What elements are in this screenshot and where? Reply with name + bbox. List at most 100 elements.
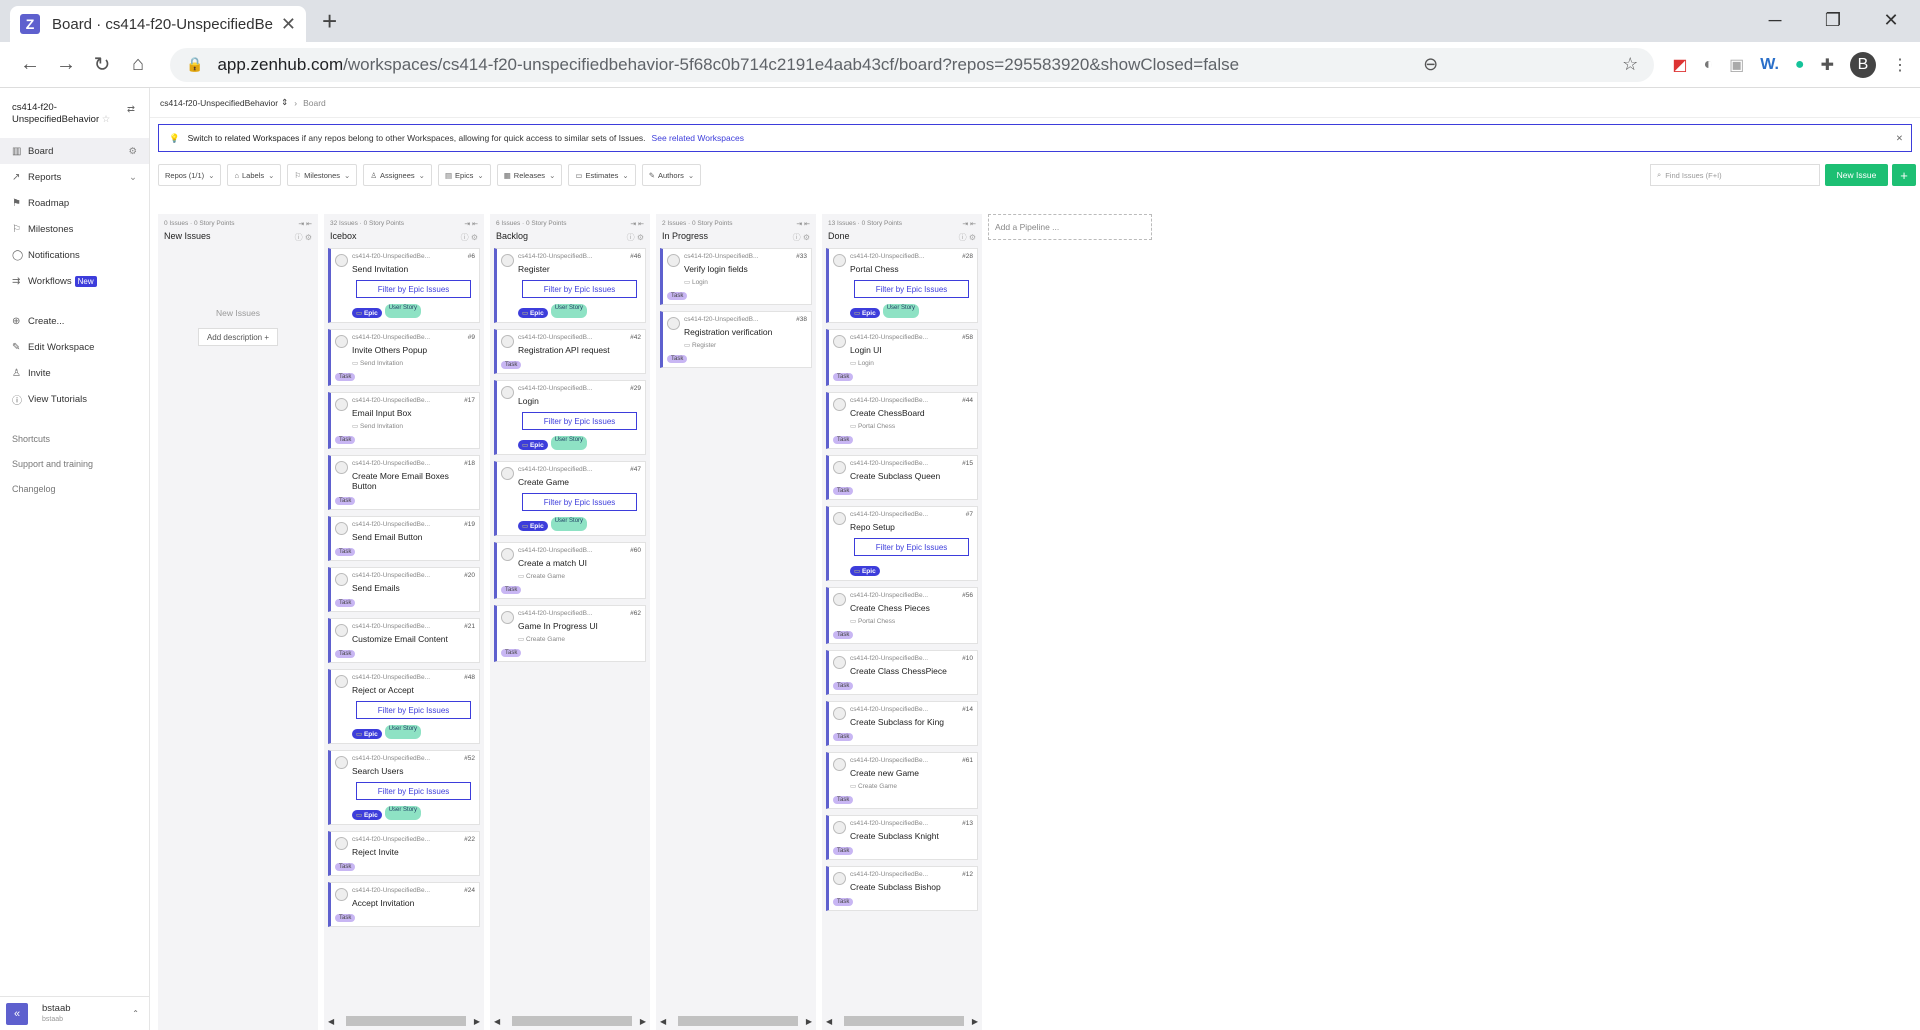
issue-card[interactable]: cs414-f20-UnspecifiedBe... #9 Invite Other…: [328, 329, 480, 386]
issue-card[interactable]: cs414-f20-UnspecifiedBe... #15 Create Subc…: [826, 455, 978, 500]
zoom-icon[interactable]: ⊖: [1409, 54, 1438, 75]
card-title[interactable]: Search Users: [352, 766, 475, 776]
add-description-button[interactable]: Add description +: [198, 328, 278, 346]
scroll-track[interactable]: [338, 1016, 470, 1026]
scroll-left-icon[interactable]: ◀: [660, 1017, 666, 1026]
issue-card[interactable]: cs414-f20-UnspecifiedB... #47 Create Game F…: [494, 461, 646, 536]
pipeline-collapse-icon[interactable]: ⇥ ⇤: [962, 220, 976, 228]
add-pipeline-button[interactable]: Add a Pipeline ...: [988, 214, 1152, 240]
card-title[interactable]: Portal Chess: [850, 264, 973, 274]
card-title[interactable]: Create Subclass Queen: [850, 471, 973, 481]
scroll-left-icon[interactable]: ◀: [494, 1017, 500, 1026]
scroll-thumb[interactable]: [512, 1016, 633, 1026]
sidebar-item-reports[interactable]: ↗ Reports ⌄: [0, 164, 149, 190]
filter-epic-button[interactable]: Filter by Epic Issues: [356, 782, 471, 800]
issue-card[interactable]: cs414-f20-UnspecifiedBe... #52 Search User…: [328, 750, 480, 825]
url-field[interactable]: 🔒 app.zenhub.com/workspaces/cs414-f20-un…: [170, 47, 1655, 82]
issue-card[interactable]: cs414-f20-UnspecifiedBe... #48 Reject or A…: [328, 669, 480, 744]
collapse-sidebar-icon[interactable]: «: [6, 1002, 28, 1025]
issue-card[interactable]: cs414-f20-UnspecifiedBe... #24 Accept Invi…: [328, 882, 480, 927]
extension-flag-icon[interactable]: ◩: [1672, 55, 1687, 75]
extension-circle-icon[interactable]: ◐: [1703, 56, 1713, 74]
new-issue-button[interactable]: New Issue: [1825, 164, 1888, 186]
pipeline-collapse-icon[interactable]: ⇥ ⇤: [298, 220, 312, 228]
filter-epic-button[interactable]: Filter by Epic Issues: [522, 493, 637, 511]
close-icon[interactable]: ✕: [1896, 133, 1903, 144]
epics-filter[interactable]: ▤ Epics ⌄: [437, 164, 491, 186]
pipeline-settings-icon[interactable]: ⓘ ⚙: [959, 232, 976, 243]
forward-icon[interactable]: →: [48, 53, 84, 76]
minimize-icon[interactable]: ─: [1746, 0, 1804, 40]
issue-card[interactable]: cs414-f20-UnspecifiedBe... #44 Create Ches…: [826, 392, 978, 449]
card-title[interactable]: Login UI: [850, 345, 973, 355]
horizontal-scrollbar[interactable]: ◀ ▶: [494, 1016, 646, 1026]
lock-icon[interactable]: 🔒: [186, 56, 203, 73]
issue-card[interactable]: cs414-f20-UnspecifiedBe... #56 Create Ches…: [826, 587, 978, 644]
invite-action[interactable]: ♙ Invite: [0, 360, 149, 386]
scroll-thumb[interactable]: [678, 1016, 799, 1026]
pipeline-collapse-icon[interactable]: ⇥ ⇤: [464, 220, 478, 228]
switch-workspace-icon[interactable]: ⇄: [127, 104, 135, 116]
issue-card[interactable]: cs414-f20-UnspecifiedBe... #21 Customize E…: [328, 618, 480, 663]
issue-card[interactable]: cs414-f20-UnspecifiedB... #46 Register Filt…: [494, 248, 646, 323]
repos-filter[interactable]: Repos (1/1) ⌄: [158, 164, 222, 186]
scroll-thumb[interactable]: [844, 1016, 965, 1026]
extension-zenhub-icon[interactable]: ▣: [1729, 55, 1744, 75]
sidebar-item-roadmap[interactable]: ⚑ Roadmap: [0, 190, 149, 216]
restore-icon[interactable]: ❐: [1804, 0, 1862, 40]
issue-card[interactable]: cs414-f20-UnspecifiedBe... #20 Send Emails…: [328, 567, 480, 612]
filter-epic-button[interactable]: Filter by Epic Issues: [522, 280, 637, 298]
card-title[interactable]: Create a match UI: [518, 558, 641, 568]
home-icon[interactable]: ⌂: [120, 53, 156, 76]
filter-epic-button[interactable]: Filter by Epic Issues: [522, 412, 637, 430]
extensions-puzzle-icon[interactable]: ✚: [1821, 55, 1834, 75]
create-action[interactable]: ⊕ Create...: [0, 308, 149, 334]
back-icon[interactable]: ←: [12, 53, 48, 76]
issue-card[interactable]: cs414-f20-UnspecifiedB... #62 Game In Prog…: [494, 605, 646, 662]
issue-card[interactable]: cs414-f20-UnspecifiedBe... #12 Create Subc…: [826, 866, 978, 911]
close-window-icon[interactable]: ✕: [1862, 0, 1920, 40]
scroll-right-icon[interactable]: ▶: [806, 1017, 812, 1026]
edit-workspace-action[interactable]: ✎ Edit Workspace: [0, 334, 149, 360]
issue-card[interactable]: cs414-f20-UnspecifiedBe... #17 Email Input…: [328, 392, 480, 449]
card-title[interactable]: Registration verification: [684, 327, 807, 337]
user-info[interactable]: bstaab bstaab: [42, 1003, 71, 1025]
scroll-left-icon[interactable]: ◀: [826, 1017, 832, 1026]
card-title[interactable]: Create ChessBoard: [850, 408, 973, 418]
see-related-link[interactable]: See related Workspaces: [652, 133, 744, 143]
card-title[interactable]: Email Input Box: [352, 408, 475, 418]
chevron-up-icon[interactable]: ⌃: [132, 1009, 139, 1018]
issue-card[interactable]: cs414-f20-UnspecifiedBe... #6 Send Invitat…: [328, 248, 480, 323]
add-button[interactable]: +: [1892, 164, 1916, 186]
profile-avatar[interactable]: B: [1850, 51, 1876, 78]
filter-epic-button[interactable]: Filter by Epic Issues: [356, 701, 471, 719]
card-title[interactable]: Reject Invite: [352, 847, 475, 857]
card-title[interactable]: Verify login fields: [684, 264, 807, 274]
sidebar-item-notifications[interactable]: ◯ Notifications: [0, 242, 149, 268]
horizontal-scrollbar[interactable]: ◀ ▶: [328, 1016, 480, 1026]
close-tab-icon[interactable]: ✕: [281, 14, 296, 35]
scroll-right-icon[interactable]: ▶: [474, 1017, 480, 1026]
scroll-right-icon[interactable]: ▶: [972, 1017, 978, 1026]
scroll-track[interactable]: [836, 1016, 968, 1026]
issue-card[interactable]: cs414-f20-UnspecifiedBe... #13 Create Subc…: [826, 815, 978, 860]
issue-card[interactable]: cs414-f20-UnspecifiedB... #38 Registration…: [660, 311, 812, 368]
scroll-thumb[interactable]: [346, 1016, 467, 1026]
gear-icon[interactable]: ⚙: [128, 146, 137, 157]
pipeline-collapse-icon[interactable]: ⇥ ⇤: [630, 220, 644, 228]
horizontal-scrollbar[interactable]: ◀ ▶: [826, 1016, 978, 1026]
card-title[interactable]: Create More Email Boxes Button: [352, 471, 475, 491]
releases-filter[interactable]: ▦ Releases ⌄: [496, 164, 563, 186]
shortcuts-link[interactable]: Shortcuts: [0, 426, 149, 451]
horizontal-scrollbar[interactable]: ◀ ▶: [660, 1016, 812, 1026]
card-title[interactable]: Invite Others Popup: [352, 345, 475, 355]
sidebar-item-milestones[interactable]: ⚐ Milestones: [0, 216, 149, 242]
issue-card[interactable]: cs414-f20-UnspecifiedBe... #18 Create More…: [328, 455, 480, 510]
pipeline-settings-icon[interactable]: ⓘ ⚙: [295, 232, 312, 243]
card-title[interactable]: Create Subclass Knight: [850, 831, 973, 841]
authors-filter[interactable]: ✎ Authors ⌄: [641, 164, 702, 186]
card-title[interactable]: Login: [518, 396, 641, 406]
extension-grammarly-icon[interactable]: ●: [1795, 56, 1805, 74]
card-title[interactable]: Game In Progress UI: [518, 621, 641, 631]
card-title[interactable]: Create Game: [518, 477, 641, 487]
